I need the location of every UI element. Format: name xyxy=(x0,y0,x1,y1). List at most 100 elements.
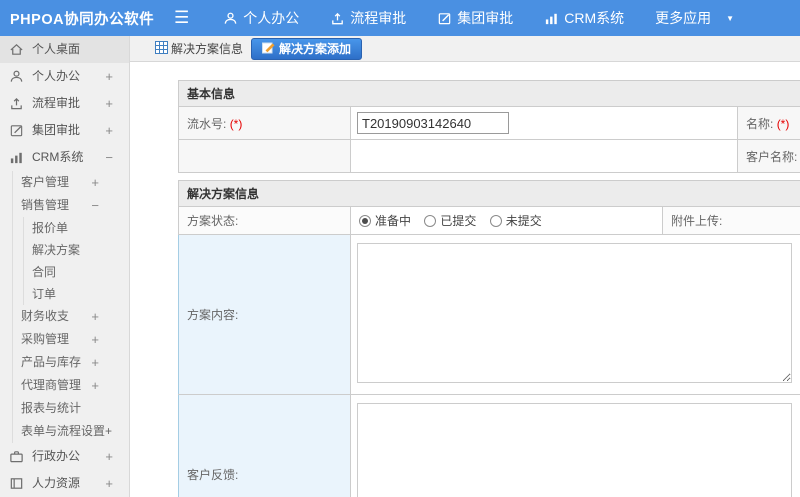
radio-unselected-icon[interactable] xyxy=(424,215,437,227)
edit-square-icon xyxy=(9,123,25,139)
sidebar-item-label: 报表与统计 xyxy=(21,401,82,415)
name-label-cell: 名称: (*) xyxy=(736,106,800,140)
sidebar-item-workflow-approval[interactable]: 流程审批 + xyxy=(0,90,129,117)
sidebar-item-sales-mgmt[interactable]: 销售管理 − xyxy=(13,194,129,217)
sidebar-item-purchase-mgmt[interactable]: 采购管理 + xyxy=(13,328,129,351)
sidebar-item-customer-mgmt[interactable]: 客户管理 + xyxy=(13,171,129,194)
expand-toggle[interactable]: + xyxy=(91,351,99,374)
topbar: PHPOA协同办公软件 ☰ 个人办公 流程审批 集团审批 CRM系统 更多应用 … xyxy=(0,0,800,36)
content-label: 方案内容: xyxy=(187,308,239,322)
sidebar-item-group-approval[interactable]: 集团审批 + xyxy=(0,117,129,144)
sidebar-item-personal-office[interactable]: 个人办公 + xyxy=(0,63,129,90)
sidebar-item-label: 客户管理 xyxy=(21,175,70,189)
sidebar-item-admin-office[interactable]: 行政办公 + xyxy=(0,443,129,470)
expand-toggle[interactable]: + xyxy=(105,470,113,497)
sidebar-item-label: 集团审批 xyxy=(32,123,81,137)
tab-bar: 解决方案信息 解决方案添加 xyxy=(130,36,800,62)
solution-content-textarea[interactable] xyxy=(357,243,792,383)
status-label-cell: 方案状态: xyxy=(178,206,351,235)
sales-submenu: 报价单 解决方案 合同 订单 xyxy=(23,217,129,305)
briefcase-icon xyxy=(9,449,25,465)
sidebar-item-crm[interactable]: CRM系统 − xyxy=(0,144,129,171)
collapse-toggle[interactable]: − xyxy=(105,144,113,171)
collapse-toggle[interactable]: − xyxy=(91,194,99,217)
customer-feedback-textarea[interactable] xyxy=(357,403,792,497)
nav-workflow-approval[interactable]: 流程审批 xyxy=(330,8,406,28)
person-icon xyxy=(9,69,25,85)
expand-toggle[interactable]: + xyxy=(91,305,99,328)
sidebar-item-label: 解决方案 xyxy=(32,243,81,257)
tab-solution-info[interactable]: 解决方案信息 xyxy=(155,40,243,57)
sidebar-item-label: 代理商管理 xyxy=(21,378,82,392)
serial-number-label-cell: 流水号: (*) xyxy=(178,106,351,140)
sidebar-item-label: 流程审批 xyxy=(32,96,81,110)
customer-name-label-cell: 客户名称: (*) xyxy=(736,139,800,173)
caret-down-icon[interactable]: ▼ xyxy=(726,14,734,23)
nav-personal-office[interactable]: 个人办公 xyxy=(223,8,299,28)
empty-label-cell xyxy=(178,139,351,173)
feedback-label-cell: 客户反馈: xyxy=(178,394,351,497)
tab-label: 解决方案信息 xyxy=(171,42,244,56)
tab-label: 解决方案添加 xyxy=(279,42,352,56)
radio-label: 未提交 xyxy=(505,214,542,228)
section-header-basic-info: 基本信息 xyxy=(178,80,800,107)
main-content: 解决方案信息 解决方案添加 基本信息 流水号: (*) 名称: (*) xyxy=(130,36,800,497)
radio-option-not-submitted[interactable]: 未提交 xyxy=(489,214,542,228)
nav-label: 更多应用 xyxy=(655,10,712,26)
app-logo: PHPOA协同办公软件 xyxy=(10,11,155,28)
edit-form-icon xyxy=(262,41,275,57)
sidebar-item-label: 产品与库存 xyxy=(21,355,82,369)
sidebar-item-label: 人力资源 xyxy=(32,476,81,490)
section-header-solution-info: 解决方案信息 xyxy=(178,180,800,207)
sidebar-item-reports-stats[interactable]: 报表与统计 xyxy=(13,397,129,420)
sidebar-item-form-workflow-settings[interactable]: 表单与流程设置+ xyxy=(13,420,129,443)
radio-selected-icon[interactable] xyxy=(359,215,371,227)
nav-crm[interactable]: CRM系统 xyxy=(544,8,624,28)
solution-add-form: 基本信息 流水号: (*) 名称: (*) 客户名称: xyxy=(178,80,800,497)
sidebar-item-label: 个人桌面 xyxy=(32,42,81,56)
sidebar-item-label: 个人办公 xyxy=(32,69,81,83)
required-mark: (*) xyxy=(229,116,243,131)
sidebar-item-hr[interactable]: 人力资源 + xyxy=(0,470,129,497)
sidebar-item-solution[interactable]: 解决方案 xyxy=(24,239,129,261)
expand-toggle[interactable]: + xyxy=(91,374,99,397)
expand-toggle[interactable]: + xyxy=(105,117,113,144)
nav-label: CRM系统 xyxy=(564,10,625,26)
sidebar-item-quotation[interactable]: 报价单 xyxy=(24,217,129,239)
radio-unselected-icon[interactable] xyxy=(489,215,502,227)
expand-toggle[interactable]: + xyxy=(105,90,113,117)
bar-chart-icon xyxy=(544,11,559,26)
sidebar-item-products-inventory[interactable]: 产品与库存 + xyxy=(13,351,129,374)
tab-solution-add[interactable]: 解决方案添加 xyxy=(251,37,363,60)
sidebar-item-finance[interactable]: 财务收支 + xyxy=(13,305,129,328)
sidebar-item-order[interactable]: 订单 xyxy=(24,283,129,305)
sidebar: 个人桌面 个人办公 + 流程审批 + 集团审批 + CRM系统 − 客户管理 +… xyxy=(0,36,130,497)
nav-label: 个人办公 xyxy=(243,10,300,26)
sidebar-item-agent-mgmt[interactable]: 代理商管理 + xyxy=(13,374,129,397)
top-navigation: 个人办公 流程审批 集团审批 CRM系统 更多应用 ▼ xyxy=(223,8,734,28)
content-cell xyxy=(349,234,800,395)
nav-label: 集团审批 xyxy=(457,10,514,26)
expand-toggle[interactable]: + xyxy=(91,171,99,194)
radio-option-submitted[interactable]: 已提交 xyxy=(424,214,476,228)
expand-toggle[interactable]: + xyxy=(91,328,99,351)
expand-toggle[interactable]: + xyxy=(105,443,113,470)
sidebar-item-desktop[interactable]: 个人桌面 xyxy=(0,36,129,63)
sidebar-item-label: CRM系统 xyxy=(32,150,84,164)
radio-label: 已提交 xyxy=(440,214,477,228)
content-label-cell: 方案内容: xyxy=(178,234,351,395)
crm-submenu: 客户管理 + 销售管理 − 报价单 解决方案 合同 订单 财务收支 + 采购管理… xyxy=(12,171,129,443)
hamburger-menu-icon[interactable]: ☰ xyxy=(174,8,189,28)
serial-number-input[interactable] xyxy=(357,112,509,134)
status-label: 方案状态: xyxy=(187,214,239,228)
expand-toggle[interactable]: + xyxy=(105,63,113,90)
bar-chart-icon xyxy=(9,150,25,166)
sidebar-item-contract[interactable]: 合同 xyxy=(24,261,129,283)
nav-more-apps[interactable]: 更多应用 xyxy=(655,8,711,28)
nav-group-approval[interactable]: 集团审批 xyxy=(437,8,513,28)
sidebar-item-label: 报价单 xyxy=(32,221,69,235)
radio-option-preparing[interactable]: 准备中 xyxy=(359,214,411,228)
serial-number-cell xyxy=(350,106,738,140)
basic-info-table: 基本信息 流水号: (*) 名称: (*) 客户名称: xyxy=(178,80,800,173)
